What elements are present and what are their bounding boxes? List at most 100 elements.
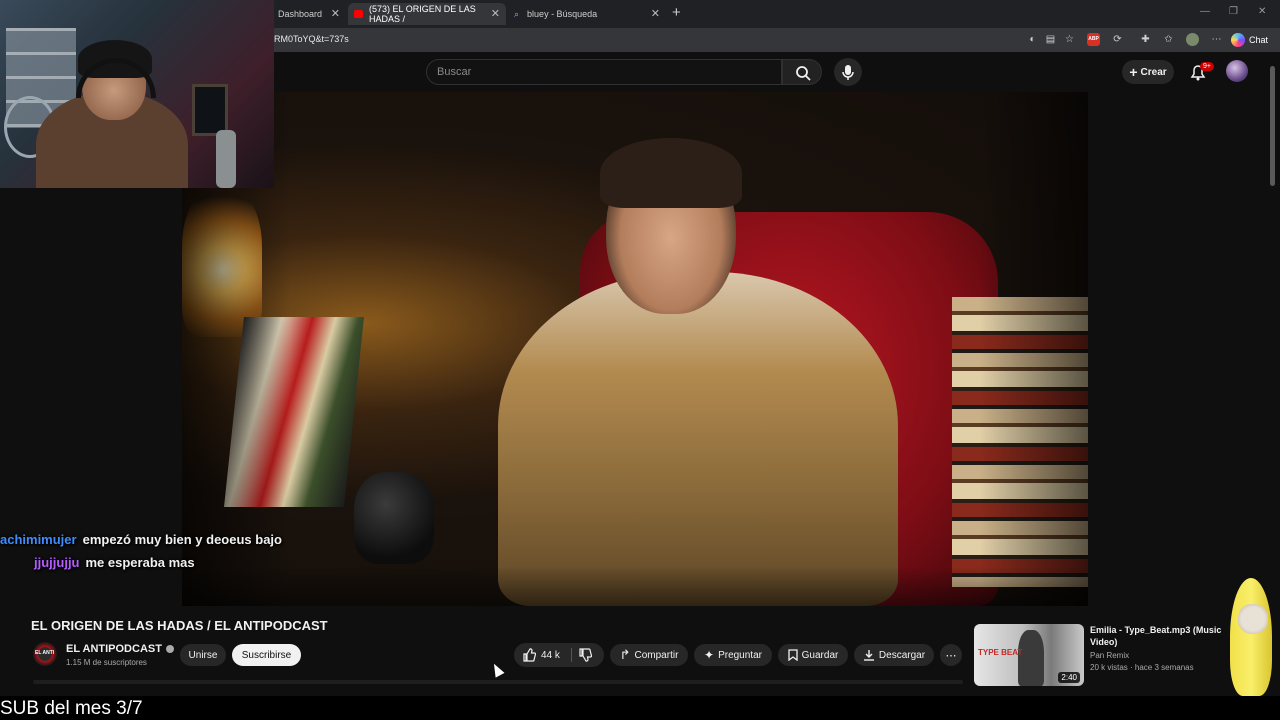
share-button[interactable]: ↱ Compartir xyxy=(610,644,688,666)
webcam-window xyxy=(192,84,228,136)
tab-title: (573) EL ORIGEN DE LAS HADAS / xyxy=(369,4,476,24)
related-channel[interactable]: Pan Remix xyxy=(1090,651,1226,660)
more-actions-button[interactable]: ⋯ xyxy=(940,644,962,666)
plus-icon: + xyxy=(1129,64,1138,80)
close-icon[interactable]: ✕ xyxy=(651,7,660,20)
close-icon[interactable]: ✕ xyxy=(331,7,340,20)
like-dislike-group: 44 k xyxy=(514,643,604,667)
download-button[interactable]: Descargar xyxy=(854,644,934,666)
download-label: Descargar xyxy=(878,649,926,661)
related-title[interactable]: Emilia - Type_Beat.mp3 (Music Video) xyxy=(1090,624,1226,648)
video-player[interactable] xyxy=(182,92,1088,606)
subscribe-button[interactable]: Suscribirse xyxy=(232,644,301,666)
related-meta: 20 k vistas · hace 3 semanas xyxy=(1090,663,1194,672)
thumbnail-figure xyxy=(1018,630,1044,686)
video-vignette xyxy=(182,92,1088,606)
url-text[interactable]: RM0ToYQ&t=737s xyxy=(274,34,349,44)
sparkle-icon: ✦ xyxy=(704,648,715,662)
notification-badge: 9+ xyxy=(1200,62,1214,71)
search-favicon-icon: ⌕ xyxy=(514,8,520,19)
tab-dashboard[interactable]: Dashboard ✕ xyxy=(272,3,346,25)
like-button[interactable]: 44 k xyxy=(522,646,560,664)
voice-search-button[interactable] xyxy=(834,58,862,86)
mic-icon xyxy=(842,65,854,80)
video-bottom-shade xyxy=(182,566,1088,606)
restore-icon[interactable]: ❐ xyxy=(1229,6,1238,17)
search-input[interactable]: Buscar xyxy=(426,59,782,85)
extension-icon[interactable]: ⟳ xyxy=(1111,33,1124,46)
banana-cat-sticker xyxy=(1226,578,1276,698)
more-icon[interactable]: ⋯ xyxy=(1210,33,1223,46)
minimize-icon[interactable]: — xyxy=(1200,6,1210,17)
chat-message: achimimujer empezó muy bien y deoeus bajo xyxy=(0,532,282,547)
puzzle-icon[interactable]: ✚ xyxy=(1139,33,1152,46)
reader-icon[interactable]: ▤ xyxy=(1044,33,1057,46)
screen: Dashboard ✕ (573) EL ORIGEN DE LAS HADAS… xyxy=(0,0,1280,720)
chat-text: me esperaba mas xyxy=(85,555,195,570)
channel-avatar[interactable]: EL ANTI xyxy=(33,642,57,666)
profile-icon[interactable] xyxy=(1186,33,1199,46)
join-label: Unirse xyxy=(188,649,218,661)
new-tab-plus-icon[interactable]: + xyxy=(672,4,681,21)
join-button[interactable]: Unirse xyxy=(180,644,226,666)
subscriber-count: 1.15 M de suscriptores xyxy=(66,658,147,667)
horizontal-scrollbar[interactable] xyxy=(33,680,963,684)
user-avatar[interactable] xyxy=(1226,60,1248,82)
vertical-scrollbar[interactable] xyxy=(1270,66,1275,186)
banana-costume xyxy=(1230,578,1272,696)
download-icon xyxy=(863,650,874,661)
chat-label: Chat xyxy=(1249,35,1269,45)
like-count: 44 k xyxy=(541,649,560,661)
cat-face xyxy=(1238,604,1268,634)
dislike-button[interactable] xyxy=(578,646,592,664)
copilot-icon xyxy=(1231,33,1245,47)
bookmark-icon xyxy=(788,649,798,661)
star-icon[interactable]: ☆ xyxy=(1063,33,1076,46)
close-window-icon[interactable]: ✕ xyxy=(1258,6,1266,17)
related-thumbnail[interactable]: TYPE BEAT 2:40 xyxy=(974,624,1084,686)
favorites-icon[interactable]: ✩ xyxy=(1162,33,1175,46)
create-button[interactable]: + Crear xyxy=(1122,60,1174,84)
share-icon: ↱ xyxy=(619,647,631,662)
chat-text: empezó muy bien y deoeus bajo xyxy=(82,532,282,547)
chat-button[interactable]: Chat xyxy=(1231,31,1268,49)
ask-button[interactable]: ✦ Preguntar xyxy=(694,644,772,666)
video-title: EL ORIGEN DE LAS HADAS / EL ANTIPODCAST xyxy=(31,618,328,633)
tab-bluey-search[interactable]: ⌕ bluey - Búsqueda ✕ xyxy=(508,3,666,25)
thumbnail-text: TYPE BEAT xyxy=(978,648,1023,657)
close-icon[interactable]: ✕ xyxy=(491,7,500,20)
like-icon xyxy=(523,648,536,662)
related-info: Emilia - Type_Beat.mp3 (Music Video) Pan… xyxy=(1090,624,1226,672)
save-button[interactable]: Guardar xyxy=(778,644,848,666)
youtube-favicon-icon xyxy=(354,10,364,18)
create-label: Crear xyxy=(1140,66,1167,78)
tab-title: Dashboard xyxy=(278,9,323,19)
streamer-webcam xyxy=(0,0,274,188)
more-icon: ⋯ xyxy=(945,649,957,662)
chat-username: achimimujer xyxy=(0,532,77,547)
translate-icon[interactable]: ◐ xyxy=(1026,33,1039,46)
search-button[interactable] xyxy=(782,59,822,85)
share-label: Compartir xyxy=(634,649,679,661)
mouse-cursor-icon xyxy=(489,661,505,678)
youtube-header: Buscar + Crear 9+ xyxy=(274,52,1280,92)
channel-name-text: EL ANTIPODCAST xyxy=(66,643,162,655)
stream-bottom-bar: SUB del mes 3/7 xyxy=(0,696,1280,720)
ask-label: Preguntar xyxy=(718,649,762,661)
verified-icon xyxy=(165,645,174,654)
adblock-icon[interactable]: ABP xyxy=(1087,33,1100,46)
chat-username: jjujjujju xyxy=(34,555,80,570)
channel-avatar-text: EL ANTI xyxy=(35,650,55,656)
save-label: Guardar xyxy=(801,649,839,661)
webcam-bottle xyxy=(216,130,236,188)
chat-message: jjujjujju me esperaba mas xyxy=(34,555,195,570)
channel-name[interactable]: EL ANTIPODCAST xyxy=(66,643,174,655)
tab-youtube-video[interactable]: (573) EL ORIGEN DE LAS HADAS / ✕ xyxy=(348,3,506,25)
search-icon xyxy=(796,66,811,81)
dislike-icon xyxy=(579,648,592,662)
related-video-card[interactable]: TYPE BEAT 2:40 Emilia - Type_Beat.mp3 (M… xyxy=(974,624,1221,686)
sub-goal-text: SUB del mes 3/7 xyxy=(0,698,143,719)
video-duration: 2:40 xyxy=(1058,672,1080,683)
search-placeholder: Buscar xyxy=(437,66,472,78)
like-separator xyxy=(571,648,572,662)
